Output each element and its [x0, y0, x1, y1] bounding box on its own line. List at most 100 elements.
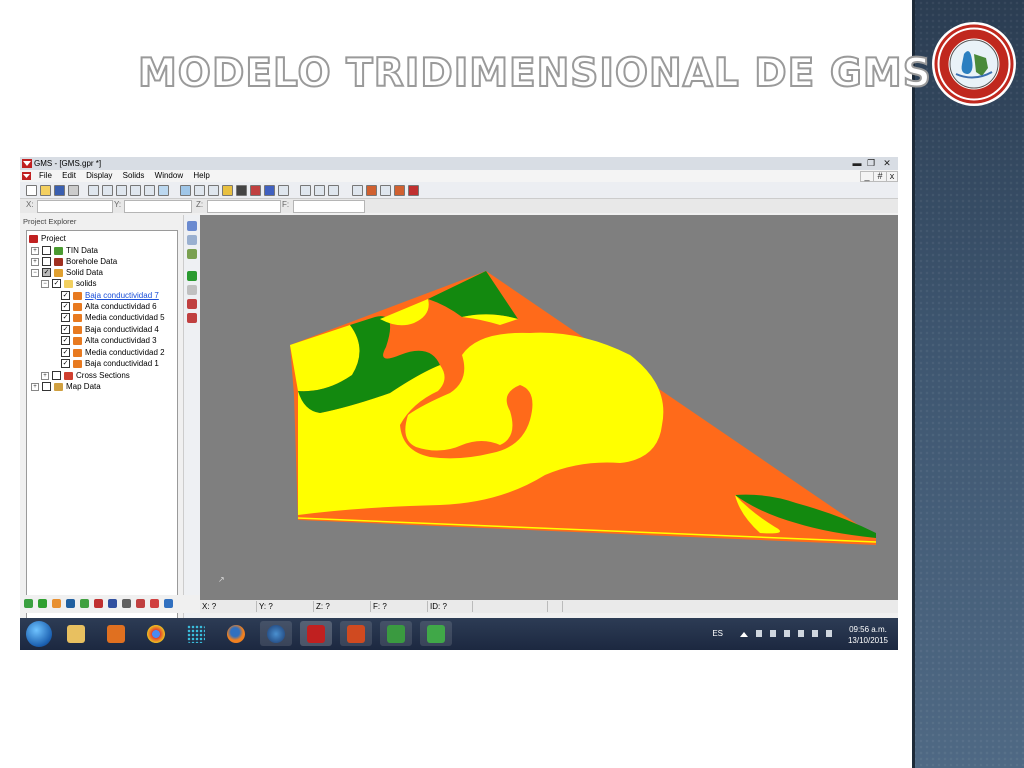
checkbox[interactable]: ✓ [61, 302, 70, 311]
cut-tool-icon[interactable] [187, 313, 197, 323]
collapse-icon[interactable]: − [31, 268, 39, 277]
window-title-bar[interactable]: GMS - [GMS.gpr *] ▬ ❐ ✕ [20, 157, 898, 170]
f-coord-field[interactable] [293, 200, 365, 213]
expand-icon[interactable]: + [31, 382, 39, 391]
collapse-icon[interactable]: − [41, 279, 49, 288]
taskbar-media-player[interactable] [100, 621, 132, 646]
language-indicator[interactable]: ES [712, 629, 723, 638]
module-2d-grid-icon[interactable] [122, 599, 131, 608]
zoom-tool-icon[interactable] [187, 235, 197, 245]
select-icon[interactable] [180, 185, 191, 196]
pan-icon[interactable] [158, 185, 169, 196]
signal-icon[interactable] [812, 630, 818, 637]
battery-icon[interactable] [798, 630, 804, 637]
checkbox[interactable]: ✓ [52, 279, 61, 288]
windows-tray-icon[interactable] [784, 630, 790, 637]
tree-node-cross-sections[interactable]: + Cross Sections [41, 370, 130, 381]
grid-color-icon[interactable] [264, 185, 275, 196]
checkbox[interactable]: ✓ [61, 313, 70, 322]
checkbox[interactable]: ✓ [61, 336, 70, 345]
close-button[interactable]: ✕ [876, 157, 898, 169]
cross-section-tool-icon[interactable] [187, 299, 197, 309]
tree-node-project[interactable]: Project [29, 233, 66, 244]
tree-node-tin-data[interactable]: + TIN Data [31, 245, 98, 256]
tree-node-solid-6[interactable]: ✓ Alta conductividad 6 [61, 301, 157, 312]
solid-tool-b-icon[interactable] [366, 185, 377, 196]
taskbar-powerpoint[interactable] [340, 621, 372, 646]
view-side-icon[interactable] [116, 185, 127, 196]
doc-restore-button[interactable]: # [873, 171, 887, 182]
tool-a-icon[interactable] [300, 185, 311, 196]
volume-icon[interactable] [826, 630, 832, 637]
flag-icon[interactable] [756, 630, 762, 637]
taskbar-chrome[interactable] [140, 621, 172, 646]
tree-node-solid-data[interactable]: − ✓ Solid Data [31, 267, 103, 278]
solid-tool-c-icon[interactable] [380, 185, 391, 196]
solid-tool-a-icon[interactable] [352, 185, 363, 196]
expand-icon[interactable]: + [41, 371, 49, 380]
tree-node-solid-2[interactable]: ✓ Media conductividad 2 [61, 347, 165, 358]
display-options-icon[interactable] [194, 185, 205, 196]
expand-icon[interactable]: + [31, 257, 39, 266]
expand-icon[interactable]: + [31, 246, 39, 255]
view-front-icon[interactable] [102, 185, 113, 196]
doc-minimize-button[interactable]: _ [860, 171, 874, 182]
module-globe-icon[interactable] [164, 599, 173, 608]
menu-help[interactable]: Help [193, 171, 209, 180]
checkbox[interactable]: ✓ [61, 348, 70, 357]
solid-tool-d-icon[interactable] [394, 185, 405, 196]
module-grid-icon[interactable] [66, 599, 75, 608]
module-gis-icon[interactable] [136, 599, 145, 608]
checkbox[interactable]: ✓ [42, 268, 51, 277]
checkbox[interactable]: ✓ [61, 325, 70, 334]
rotate-tool-icon[interactable] [187, 249, 197, 259]
taskbar-dots-app[interactable] [180, 621, 212, 646]
start-button[interactable] [26, 621, 52, 647]
zoom-icon[interactable] [144, 185, 155, 196]
module-tin-icon[interactable] [108, 599, 117, 608]
graphics-viewport[interactable]: ↗ [200, 215, 898, 600]
taskbar-explorer[interactable] [60, 621, 92, 646]
solid-tool-e-icon[interactable] [408, 185, 419, 196]
checkbox[interactable]: ✓ [61, 291, 70, 300]
tree-node-solids-folder[interactable]: − ✓ solids [41, 278, 96, 289]
print-icon[interactable] [68, 185, 79, 196]
create-solid-icon[interactable] [187, 271, 197, 281]
taskbar-firefox[interactable] [220, 621, 252, 646]
tool-b-icon[interactable] [314, 185, 325, 196]
menu-window[interactable]: Window [155, 171, 183, 180]
select-tool-icon[interactable] [187, 221, 197, 231]
module-particle-icon[interactable] [150, 599, 159, 608]
y-coord-field[interactable] [124, 200, 192, 213]
tree-node-borehole-data[interactable]: + Borehole Data [31, 256, 117, 267]
checkbox[interactable] [42, 257, 51, 266]
checkbox[interactable] [42, 246, 51, 255]
checkbox[interactable] [52, 371, 61, 380]
network-tray-icon[interactable] [770, 630, 776, 637]
tree-node-solid-1[interactable]: ✓ Baja conductividad 1 [61, 358, 159, 369]
tool-c-icon[interactable] [328, 185, 339, 196]
contour-icon[interactable] [236, 185, 247, 196]
module-scatter-icon[interactable] [80, 599, 89, 608]
select-solid-icon[interactable] [187, 285, 197, 295]
frame-icon[interactable] [88, 185, 99, 196]
light-bulb-icon[interactable] [222, 185, 233, 196]
module-map-icon[interactable] [94, 599, 103, 608]
open-folder-icon[interactable] [40, 185, 51, 196]
module-borehole-icon[interactable] [38, 599, 47, 608]
tree-node-solid-7[interactable]: ✓ Baja conductividad 7 [61, 290, 159, 301]
lighting-icon[interactable] [208, 185, 219, 196]
new-file-icon[interactable] [26, 185, 37, 196]
tree-node-solid-5[interactable]: ✓ Media conductividad 5 [61, 312, 165, 323]
checkbox[interactable] [42, 382, 51, 391]
tree-node-solid-4[interactable]: ✓ Baja conductividad 4 [61, 324, 159, 335]
save-icon[interactable] [54, 185, 65, 196]
taskbar-gms[interactable] [300, 621, 332, 646]
film-icon[interactable] [250, 185, 261, 196]
doc-close-button[interactable]: x [886, 171, 898, 182]
taskbar-camtasia-recorder[interactable] [420, 621, 452, 646]
tree-node-map-data[interactable]: + Map Data [31, 381, 101, 392]
checkbox[interactable]: ✓ [61, 359, 70, 368]
taskbar-camtasia[interactable] [380, 621, 412, 646]
grid-icon[interactable] [278, 185, 289, 196]
